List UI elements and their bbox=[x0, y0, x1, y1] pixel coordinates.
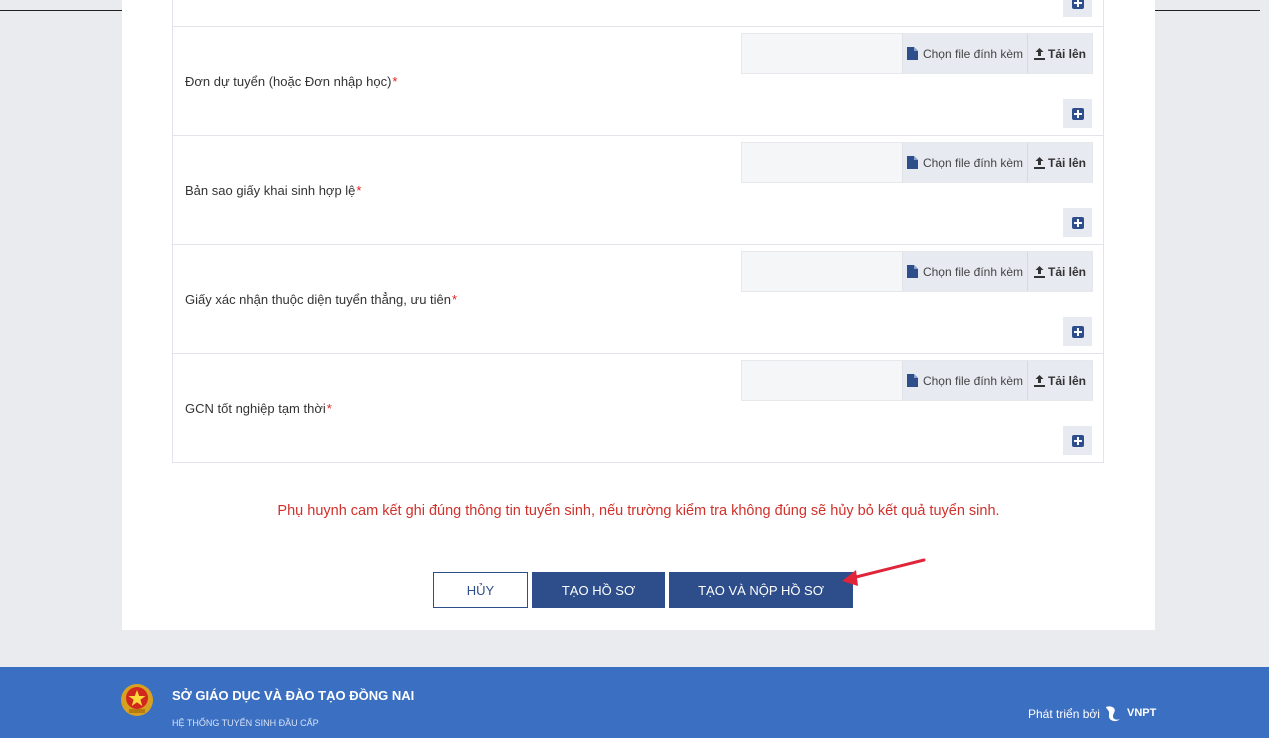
table-row: Bản sao giấy khai sinh hợp lệ * Chọn file… bbox=[173, 136, 1103, 245]
add-file-button[interactable] bbox=[1063, 99, 1092, 128]
attachments-table: Đơn dự tuyển (hoặc Đơn nhập học) * Chọn f… bbox=[172, 0, 1104, 463]
vnpt-logo[interactable]: VNPT bbox=[1103, 703, 1156, 723]
cancel-button[interactable]: HỦY bbox=[433, 572, 528, 608]
required-mark: * bbox=[392, 73, 398, 89]
upload-button[interactable]: Tải lên bbox=[1027, 34, 1092, 73]
upload-icon bbox=[1033, 156, 1045, 169]
upload-icon bbox=[1033, 374, 1045, 387]
add-file-button[interactable] bbox=[1063, 208, 1092, 237]
document-label: Giấy xác nhận thuộc diện tuyển thẳng, ưu… bbox=[185, 291, 458, 307]
form-actions: HỦY TẠO HỒ SƠ TẠO VÀ NỘP HỒ SƠ bbox=[433, 572, 853, 608]
file-upload-group: Chọn file đính kèm Tải lên bbox=[741, 360, 1093, 401]
plus-icon bbox=[1071, 107, 1084, 120]
plus-icon bbox=[1071, 434, 1084, 447]
upload-icon bbox=[1033, 265, 1045, 278]
choose-file-button[interactable]: Chọn file đính kèm bbox=[902, 252, 1027, 291]
file-icon bbox=[906, 374, 918, 387]
upload-button[interactable]: Tải lên bbox=[1027, 361, 1092, 400]
site-footer: SỞ GIÁO DỤC VÀ ĐÀO TẠO ĐỒNG NAI HỆ THỐNG… bbox=[0, 667, 1269, 738]
file-icon bbox=[906, 265, 918, 278]
file-upload-group: Chọn file đính kèm Tải lên bbox=[741, 251, 1093, 292]
table-row: Giấy xác nhận thuộc diện tuyển thẳng, ưu… bbox=[173, 245, 1103, 354]
add-file-button[interactable] bbox=[1063, 0, 1092, 17]
create-profile-button[interactable]: TẠO HỒ SƠ bbox=[532, 572, 665, 608]
required-mark: * bbox=[356, 182, 362, 198]
table-row: GCN tốt nghiệp tạm thời * Chọn file đính … bbox=[173, 354, 1103, 463]
file-upload-group: Chọn file đính kèm Tải lên bbox=[741, 33, 1093, 74]
developed-by-label: Phát triển bởi bbox=[1028, 707, 1100, 721]
plus-icon bbox=[1071, 325, 1084, 338]
choose-file-button[interactable]: Chọn file đính kèm bbox=[902, 34, 1027, 73]
file-upload-group: Chọn file đính kèm Tải lên bbox=[741, 142, 1093, 183]
file-icon bbox=[906, 47, 918, 60]
upload-icon bbox=[1033, 47, 1045, 60]
choose-file-button[interactable]: Chọn file đính kèm bbox=[902, 143, 1027, 182]
file-name-field[interactable] bbox=[742, 143, 902, 182]
required-mark: * bbox=[326, 400, 332, 416]
file-name-field[interactable] bbox=[742, 34, 902, 73]
vnpt-logo-icon bbox=[1106, 706, 1120, 722]
document-label: Đơn dự tuyển (hoặc Đơn nhập học) * bbox=[185, 73, 398, 89]
commitment-notice: Phụ huynh cam kết ghi đúng thông tin tuy… bbox=[277, 503, 1000, 519]
add-file-button[interactable] bbox=[1063, 426, 1092, 455]
form-card: Đơn dự tuyển (hoặc Đơn nhập học) * Chọn f… bbox=[122, 0, 1155, 630]
plus-icon bbox=[1071, 216, 1084, 229]
add-file-button[interactable] bbox=[1063, 317, 1092, 346]
national-emblem-icon bbox=[121, 684, 153, 716]
upload-button[interactable]: Tải lên bbox=[1027, 143, 1092, 182]
file-icon bbox=[906, 156, 918, 169]
table-row: Đơn dự tuyển (hoặc Đơn nhập học) * Chọn f… bbox=[173, 27, 1103, 136]
plus-icon bbox=[1071, 0, 1084, 9]
document-label: GCN tốt nghiệp tạm thời * bbox=[185, 400, 332, 416]
required-mark: * bbox=[452, 291, 458, 307]
organization-name: SỞ GIÁO DỤC VÀ ĐÀO TẠO ĐỒNG NAI bbox=[172, 688, 415, 703]
upload-button[interactable]: Tải lên bbox=[1027, 252, 1092, 291]
file-name-field[interactable] bbox=[742, 361, 902, 400]
annotation-arrow-icon bbox=[842, 558, 926, 586]
create-and-submit-button[interactable]: TẠO VÀ NỘP HỒ SƠ bbox=[669, 572, 853, 608]
file-name-field[interactable] bbox=[742, 252, 902, 291]
choose-file-button[interactable]: Chọn file đính kèm bbox=[902, 361, 1027, 400]
document-label: Bản sao giấy khai sinh hợp lệ * bbox=[185, 182, 362, 198]
table-row bbox=[173, 0, 1103, 27]
system-subtitle: HỆ THỐNG TUYỂN SINH ĐẦU CẤP bbox=[172, 718, 319, 728]
